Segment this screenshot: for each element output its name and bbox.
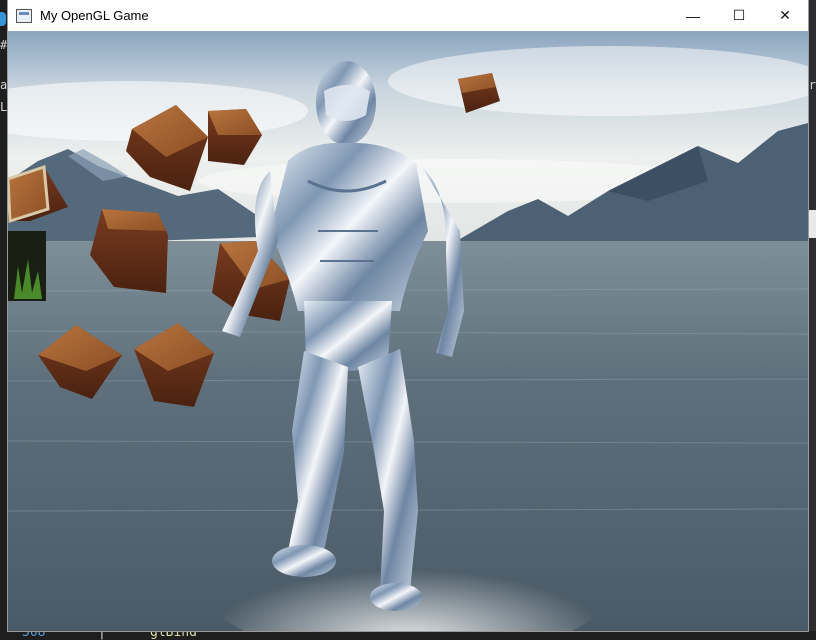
cloud: [388, 46, 808, 116]
close-icon: ✕: [779, 7, 791, 23]
window-controls: — ☐ ✕: [670, 0, 808, 31]
editor-code-fragment: #: [0, 38, 8, 52]
editor-code-fragment: L: [0, 100, 8, 114]
window-title: My OpenGL Game: [40, 8, 149, 23]
close-button[interactable]: ✕: [762, 0, 808, 31]
window-titlebar[interactable]: My OpenGL Game — ☐ ✕: [8, 0, 808, 31]
scene-render: [8, 31, 808, 631]
app-window-icon: [16, 8, 32, 23]
minimize-button[interactable]: —: [670, 0, 716, 31]
background-editor-right-edge: er: [802, 0, 816, 639]
opengl-viewport[interactable]: [8, 31, 808, 631]
background-editor-bottom-edge: 508 | glBind: [0, 625, 816, 640]
editor-scrollbar-thumb[interactable]: [808, 210, 816, 238]
game-window: My OpenGL Game — ☐ ✕: [8, 0, 808, 631]
maximize-icon: ☐: [732, 7, 746, 23]
minimize-icon: —: [686, 7, 700, 24]
editor-tab-indicator: [0, 12, 6, 26]
background-editor-left-edge: # ai L: [0, 0, 14, 639]
maximize-button[interactable]: ☐: [716, 0, 762, 31]
